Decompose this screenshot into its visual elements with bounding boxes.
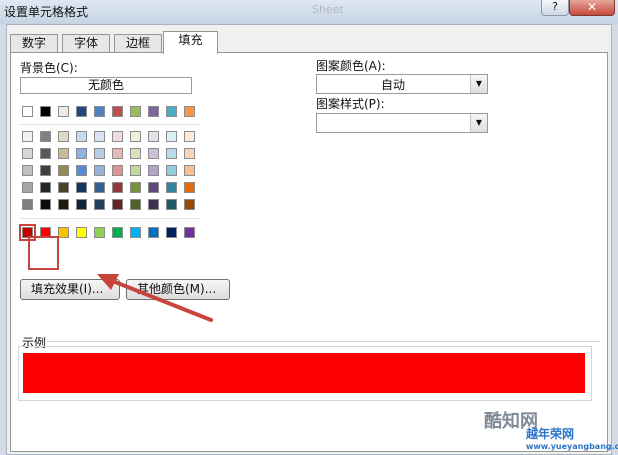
- theme-shade-swatch[interactable]: [94, 199, 105, 210]
- theme-shade-swatch[interactable]: [112, 199, 123, 210]
- theme-shade-swatch[interactable]: [148, 182, 159, 193]
- theme-color-swatch[interactable]: [148, 106, 159, 117]
- theme-shade-swatch[interactable]: [130, 199, 141, 210]
- palette-divider: [20, 124, 200, 125]
- theme-shade-swatch[interactable]: [22, 182, 33, 193]
- theme-shade-swatch[interactable]: [166, 165, 177, 176]
- pattern-style-label: 图案样式(P):: [316, 97, 385, 111]
- theme-shade-swatch[interactable]: [148, 131, 159, 142]
- theme-shade-swatch[interactable]: [166, 131, 177, 142]
- title-bar: 设置单元格格式 Sheet ? ✕: [0, 0, 618, 24]
- theme-shade-swatch[interactable]: [22, 148, 33, 159]
- theme-shade-swatch[interactable]: [58, 148, 69, 159]
- theme-shade-swatch[interactable]: [112, 148, 123, 159]
- theme-color-swatch[interactable]: [76, 106, 87, 117]
- theme-shade-swatch[interactable]: [130, 165, 141, 176]
- theme-shade-swatch[interactable]: [76, 131, 87, 142]
- theme-shade-swatch[interactable]: [58, 199, 69, 210]
- fill-panel: 背景色(C): 无颜色 填充效果(I)... 其他颜色(M)... 图案颜色(A…: [10, 52, 618, 452]
- theme-shade-swatch[interactable]: [76, 182, 87, 193]
- theme-shade-swatch[interactable]: [94, 182, 105, 193]
- sample-box: [18, 346, 592, 401]
- theme-shade-swatch[interactable]: [94, 131, 105, 142]
- theme-color-swatch[interactable]: [94, 106, 105, 117]
- theme-shade-swatch[interactable]: [148, 148, 159, 159]
- standard-color-swatch[interactable]: [76, 227, 87, 238]
- watermark-site-name: 越年荣网: [526, 427, 575, 441]
- theme-color-swatch[interactable]: [130, 106, 141, 117]
- tab-number[interactable]: 数字: [10, 34, 58, 53]
- theme-shade-swatch[interactable]: [184, 148, 195, 159]
- sample-fill-preview: [23, 353, 585, 393]
- standard-color-swatch[interactable]: [130, 227, 141, 238]
- theme-shade-swatch[interactable]: [22, 199, 33, 210]
- no-color-button[interactable]: 无颜色: [20, 77, 192, 94]
- window-title: 设置单元格格式: [4, 5, 89, 19]
- dropdown-arrow-icon[interactable]: ▼: [470, 114, 487, 132]
- tab-font[interactable]: 字体: [62, 34, 110, 53]
- theme-shade-swatch[interactable]: [130, 148, 141, 159]
- standard-color-swatch[interactable]: [166, 227, 177, 238]
- help-button[interactable]: ?: [541, 0, 569, 16]
- theme-shade-swatch[interactable]: [112, 165, 123, 176]
- theme-shade-swatch[interactable]: [166, 148, 177, 159]
- background-window-title: Sheet: [312, 3, 344, 16]
- theme-shade-swatch[interactable]: [76, 148, 87, 159]
- pattern-color-label: 图案颜色(A):: [316, 59, 386, 73]
- pattern-color-combo[interactable]: 自动 ▼: [316, 74, 488, 94]
- theme-shade-swatch[interactable]: [166, 199, 177, 210]
- theme-shade-swatch[interactable]: [184, 182, 195, 193]
- pattern-color-value: 自动: [380, 78, 405, 92]
- tab-fill[interactable]: 填充: [163, 31, 218, 54]
- theme-shade-swatch[interactable]: [112, 131, 123, 142]
- palette-divider: [20, 218, 200, 219]
- theme-shade-swatch[interactable]: [58, 131, 69, 142]
- standard-color-swatch[interactable]: [58, 227, 69, 238]
- watermark-url: www.yueyangbang.com: [526, 442, 618, 451]
- theme-shade-swatch[interactable]: [40, 182, 51, 193]
- theme-shade-swatch[interactable]: [130, 131, 141, 142]
- theme-shade-swatch[interactable]: [40, 148, 51, 159]
- annotation-arrow: [97, 274, 213, 322]
- dialog-body: 数字 字体 边框 填充 背景色(C): 无颜色 填充效果(I)... 其他颜色(…: [6, 24, 618, 455]
- theme-shade-swatch[interactable]: [112, 182, 123, 193]
- standard-color-swatch[interactable]: [94, 227, 105, 238]
- standard-color-swatch[interactable]: [112, 227, 123, 238]
- theme-shade-swatch[interactable]: [76, 199, 87, 210]
- dropdown-arrow-icon[interactable]: ▼: [470, 75, 487, 93]
- theme-shade-swatch[interactable]: [58, 165, 69, 176]
- standard-color-swatch[interactable]: [148, 227, 159, 238]
- theme-color-swatch[interactable]: [112, 106, 123, 117]
- theme-shade-swatch[interactable]: [130, 182, 141, 193]
- theme-shade-swatch[interactable]: [40, 165, 51, 176]
- theme-color-swatch[interactable]: [58, 106, 69, 117]
- theme-shade-swatch[interactable]: [94, 165, 105, 176]
- close-button[interactable]: ✕: [569, 0, 615, 16]
- theme-shade-swatch[interactable]: [166, 182, 177, 193]
- theme-shade-swatch[interactable]: [94, 148, 105, 159]
- theme-shade-swatch[interactable]: [22, 131, 33, 142]
- theme-shade-swatch[interactable]: [148, 165, 159, 176]
- tab-border[interactable]: 边框: [114, 34, 162, 53]
- standard-color-swatch[interactable]: [184, 227, 195, 238]
- pattern-style-combo[interactable]: ▼: [316, 113, 488, 133]
- theme-shade-swatch[interactable]: [76, 165, 87, 176]
- theme-shade-swatch[interactable]: [184, 131, 195, 142]
- theme-shade-swatch[interactable]: [22, 165, 33, 176]
- theme-shade-swatch[interactable]: [40, 199, 51, 210]
- theme-shade-swatch[interactable]: [148, 199, 159, 210]
- theme-shade-swatch[interactable]: [184, 165, 195, 176]
- background-color-label: 背景色(C):: [20, 61, 78, 75]
- theme-color-swatch[interactable]: [40, 106, 51, 117]
- annotation-highlight-box: [28, 236, 59, 270]
- theme-color-swatch[interactable]: [184, 106, 195, 117]
- theme-shade-swatch[interactable]: [40, 131, 51, 142]
- sample-divider: [47, 341, 600, 342]
- theme-shade-swatch[interactable]: [58, 182, 69, 193]
- theme-shade-swatch[interactable]: [184, 199, 195, 210]
- theme-color-swatch[interactable]: [22, 106, 33, 117]
- theme-color-swatch[interactable]: [166, 106, 177, 117]
